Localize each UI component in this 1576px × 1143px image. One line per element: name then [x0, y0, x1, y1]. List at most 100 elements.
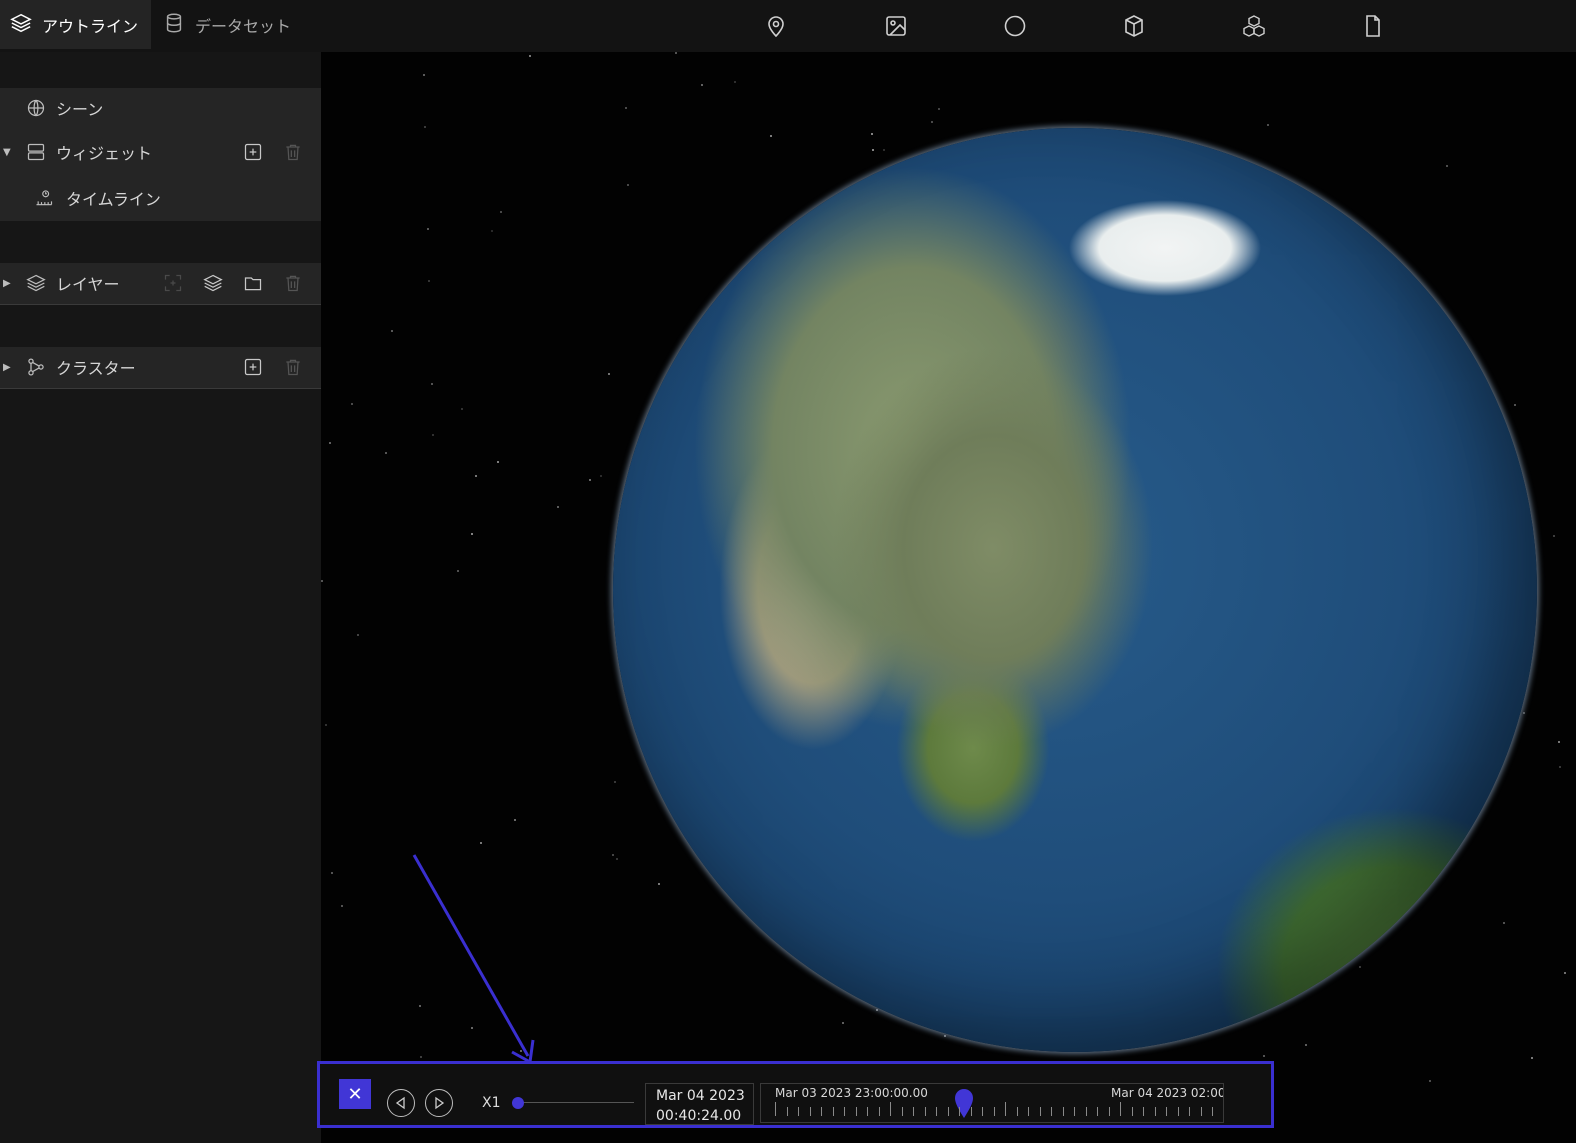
star	[457, 570, 459, 572]
star	[500, 211, 502, 213]
delete-widget-icon[interactable]	[282, 141, 304, 163]
top-bar: アウトライン データセット	[0, 0, 1576, 52]
tab-outline-label: アウトライン	[42, 16, 139, 36]
outline-sidebar: シーン ▼ ウィジェット タイムライン ▶ レイヤー ▶ クラスター	[0, 52, 321, 1143]
star	[675, 52, 677, 54]
caret-right-icon[interactable]: ▶	[3, 362, 11, 373]
box-icon[interactable]	[1119, 11, 1149, 41]
star	[1564, 972, 1566, 974]
star	[520, 1050, 522, 1052]
star	[529, 55, 531, 57]
timeline-tick	[1131, 1107, 1133, 1116]
timeline-tick	[970, 1107, 972, 1116]
timeline-tick	[821, 1107, 822, 1116]
timeline-tick	[844, 1107, 845, 1116]
layers-icon	[25, 272, 47, 294]
timeline-tick	[1177, 1107, 1179, 1116]
star	[883, 149, 885, 151]
layers-icon	[10, 12, 32, 38]
clusters-label: クラスター	[56, 359, 136, 378]
circle-icon[interactable]	[1000, 11, 1030, 41]
outline-item-clusters[interactable]: ▶ クラスター	[0, 347, 321, 387]
star	[938, 108, 940, 110]
timeline-tick	[1108, 1107, 1110, 1116]
focus-layer-icon[interactable]	[162, 272, 184, 294]
map-viewport[interactable]	[321, 52, 1576, 1143]
play-forward-button[interactable]	[425, 1089, 453, 1117]
timeline-tick	[1074, 1107, 1075, 1116]
star	[1503, 922, 1505, 924]
star	[871, 133, 873, 135]
file-icon[interactable]	[1358, 11, 1388, 41]
tab-dataset[interactable]: データセット	[151, 0, 321, 49]
current-datetime: Mar 04 2023 00:40:24.00	[645, 1083, 754, 1125]
timeline-tick	[936, 1107, 937, 1116]
add-widget-icon[interactable]	[242, 141, 264, 163]
timeline-tick	[982, 1107, 983, 1116]
star	[321, 580, 323, 582]
star	[842, 1022, 844, 1024]
star	[325, 724, 327, 726]
speed-slider-track[interactable]	[516, 1102, 634, 1103]
star	[608, 373, 610, 375]
outline-item-timeline[interactable]: タイムライン	[0, 178, 321, 218]
outline-item-scene[interactable]: シーン	[0, 88, 321, 128]
delete-layer-icon[interactable]	[282, 272, 304, 294]
star	[419, 1005, 421, 1007]
timeline-pin-icon[interactable]	[953, 1087, 975, 1119]
star	[341, 905, 343, 907]
star	[770, 135, 772, 137]
layers-panel: ▶ レイヤー	[0, 263, 321, 304]
play-backward-button[interactable]	[387, 1089, 415, 1117]
star	[1523, 712, 1525, 714]
star	[612, 854, 614, 856]
star	[497, 461, 499, 463]
caret-down-icon[interactable]: ▼	[3, 147, 11, 158]
marker-icon[interactable]	[761, 11, 791, 41]
speed-label: X1	[482, 1095, 501, 1111]
timeline-tick	[1143, 1107, 1144, 1116]
add-layer-icon[interactable]	[202, 272, 224, 294]
star	[1429, 1080, 1431, 1082]
star	[627, 184, 629, 186]
timeline-label: タイムライン	[66, 190, 161, 209]
widgets-label: ウィジェット	[56, 144, 153, 163]
timeline-tick	[775, 1102, 776, 1116]
star	[471, 1027, 473, 1029]
play-icon	[435, 1096, 445, 1110]
star	[427, 228, 429, 230]
star	[475, 475, 477, 477]
star	[944, 1035, 946, 1037]
star	[431, 383, 433, 385]
widget-icon	[25, 141, 47, 163]
timeline-tick	[1039, 1107, 1041, 1116]
delete-cluster-icon[interactable]	[282, 356, 304, 378]
star	[432, 434, 434, 436]
caret-right-icon[interactable]: ▶	[3, 278, 11, 289]
current-date: Mar 04 2023	[656, 1088, 745, 1104]
star	[625, 107, 627, 109]
timeline-tick	[1051, 1107, 1052, 1116]
outline-item-widgets[interactable]: ▼ ウィジェット	[0, 132, 321, 172]
range-start-label: Mar 03 2023 23:00:00.00	[775, 1086, 928, 1100]
timeline-scrubber[interactable]: Mar 03 2023 23:00:00.00 Mar 04 2023 02:0…	[760, 1083, 1224, 1123]
timeline-widget: ✕ X1 Mar 04 2023 00:40:24.00 Mar 03 2023…	[317, 1061, 1274, 1128]
cluster-3d-icon[interactable]	[1239, 11, 1269, 41]
database-icon	[163, 12, 185, 38]
close-button[interactable]: ✕	[339, 1079, 371, 1109]
cluster-icon	[25, 356, 47, 378]
tab-outline[interactable]: アウトライン	[0, 0, 151, 49]
timeline-tick	[855, 1107, 857, 1116]
add-cluster-icon[interactable]	[242, 356, 264, 378]
star	[461, 408, 463, 410]
speed-slider-knob[interactable]	[512, 1097, 524, 1109]
folder-icon[interactable]	[242, 272, 264, 294]
star	[701, 84, 703, 86]
timeline-tick	[1016, 1107, 1018, 1116]
outline-item-layers[interactable]: ▶ レイヤー	[0, 263, 321, 303]
earth-globe[interactable]	[613, 128, 1537, 1052]
tab-dataset-label: データセット	[195, 16, 292, 36]
timeline-tick	[1212, 1107, 1213, 1116]
timeline-tick	[993, 1107, 995, 1116]
image-icon[interactable]	[881, 11, 911, 41]
